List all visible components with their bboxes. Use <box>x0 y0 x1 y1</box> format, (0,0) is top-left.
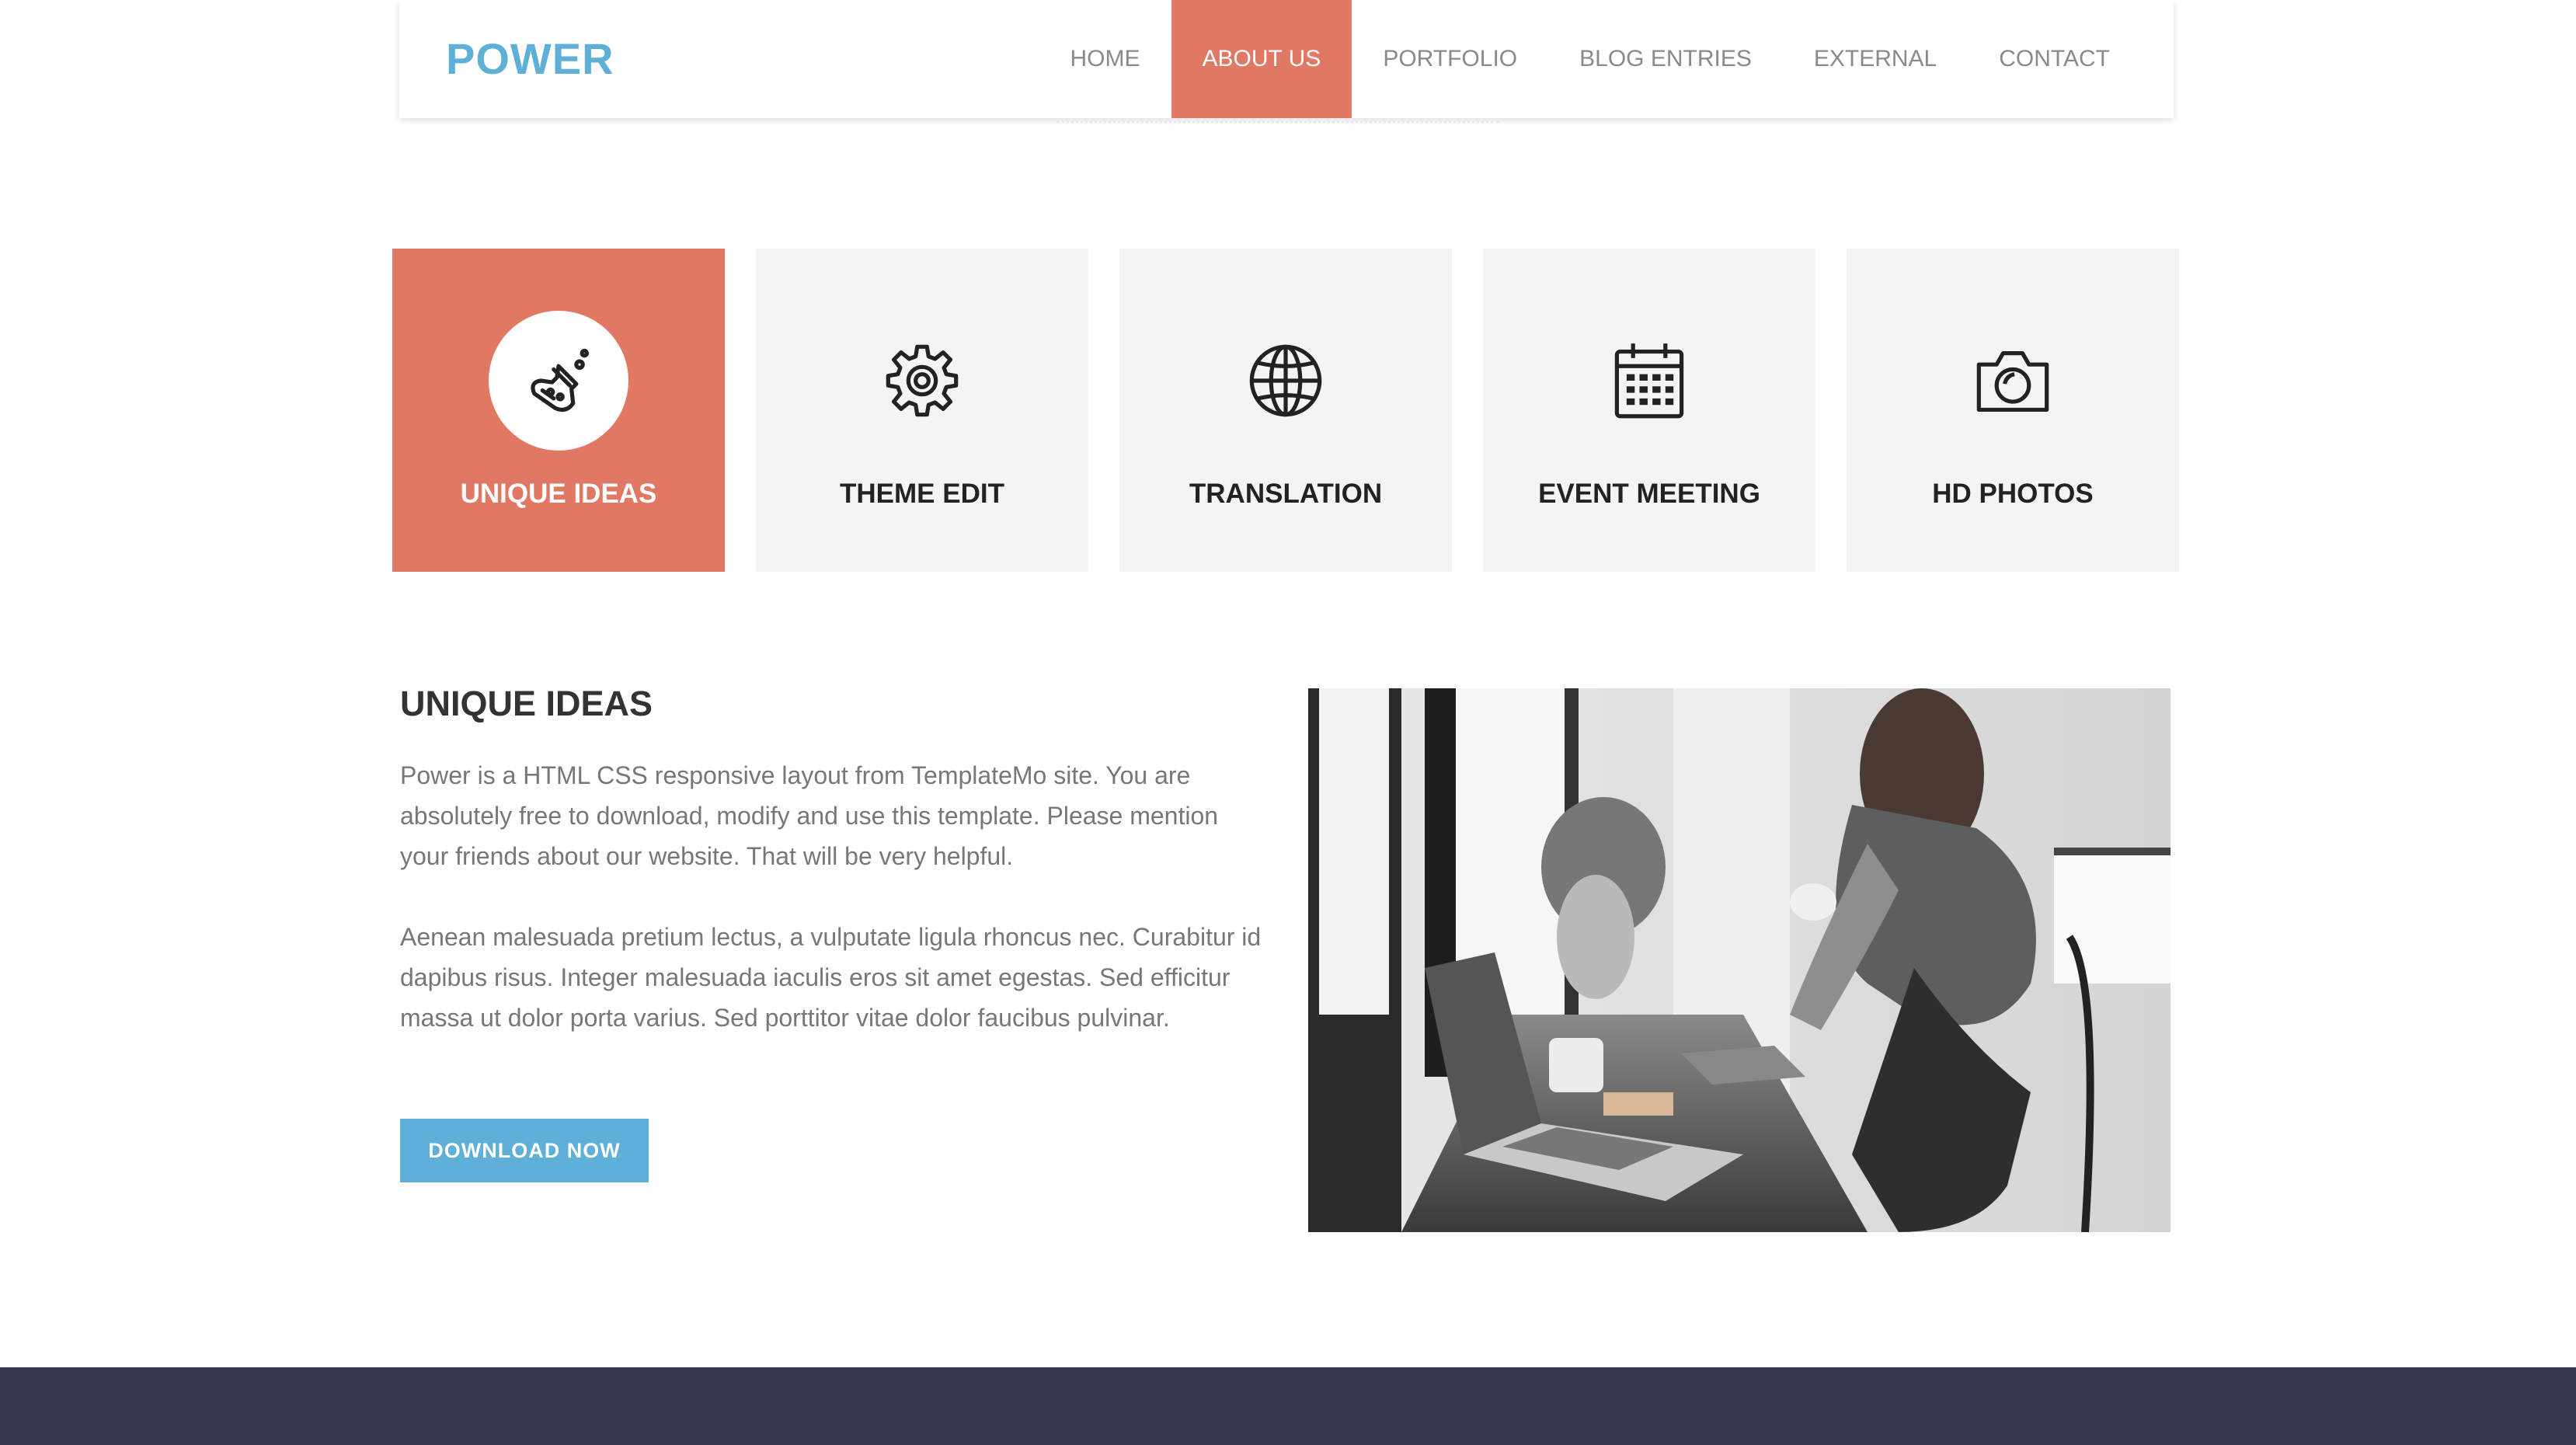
feature-tab-theme-edit[interactable]: THEME EDIT <box>756 249 1088 572</box>
download-now-button[interactable]: DOWNLOAD NOW <box>400 1119 649 1182</box>
feature-label: UNIQUE IDEAS <box>460 479 657 509</box>
calendar-icon <box>1579 311 1719 451</box>
nav-item-blog-entries[interactable]: BLOG ENTRIES <box>1548 0 1783 118</box>
camera-icon <box>1943 311 2083 451</box>
feature-tab-event-meeting[interactable]: EVENT MEETING <box>1483 249 1815 572</box>
globe-icon <box>1216 311 1356 451</box>
feature-label: THEME EDIT <box>840 479 1004 509</box>
feature-label: EVENT MEETING <box>1538 479 1760 509</box>
nav-item-contact[interactable]: CONTACT <box>1968 0 2174 118</box>
hero-photo <box>1308 688 2170 1232</box>
section-title: UNIQUE IDEAS <box>400 684 653 723</box>
footer <box>0 1367 2576 1445</box>
feature-tab-unique-ideas[interactable]: UNIQUE IDEAS <box>392 249 725 572</box>
feature-label: TRANSLATION <box>1189 479 1383 509</box>
nav-item-portfolio[interactable]: PORTFOLIO <box>1352 0 1548 118</box>
main-nav: HOME ABOUT US PORTFOLIO BLOG ENTRIES EXT… <box>1039 0 2174 118</box>
nav-item-external[interactable]: EXTERNAL <box>1783 0 1968 118</box>
gear-icon <box>852 311 992 451</box>
divider <box>1057 120 1499 124</box>
paragraph-body: Aenean malesuada pretium lectus, a vulpu… <box>400 923 1262 1032</box>
nav-item-home[interactable]: HOME <box>1039 0 1171 118</box>
navbar: POWER HOME ABOUT US PORTFOLIO BLOG ENTRI… <box>399 0 2174 118</box>
feature-tab-translation[interactable]: TRANSLATION <box>1119 249 1452 572</box>
feature-label: HD PHOTOS <box>1932 479 2094 509</box>
feature-tabs: UNIQUE IDEAS THEME EDIT TRANSLATION EVEN… <box>392 249 2179 572</box>
feature-tab-hd-photos[interactable]: HD PHOTOS <box>1847 249 2179 572</box>
brand-logo[interactable]: POWER <box>446 0 614 118</box>
flask-icon <box>489 311 628 451</box>
nav-item-about-us[interactable]: ABOUT US <box>1171 0 1352 118</box>
paragraph-intro: Power is a HTML CSS responsive layout fr… <box>400 761 1219 870</box>
